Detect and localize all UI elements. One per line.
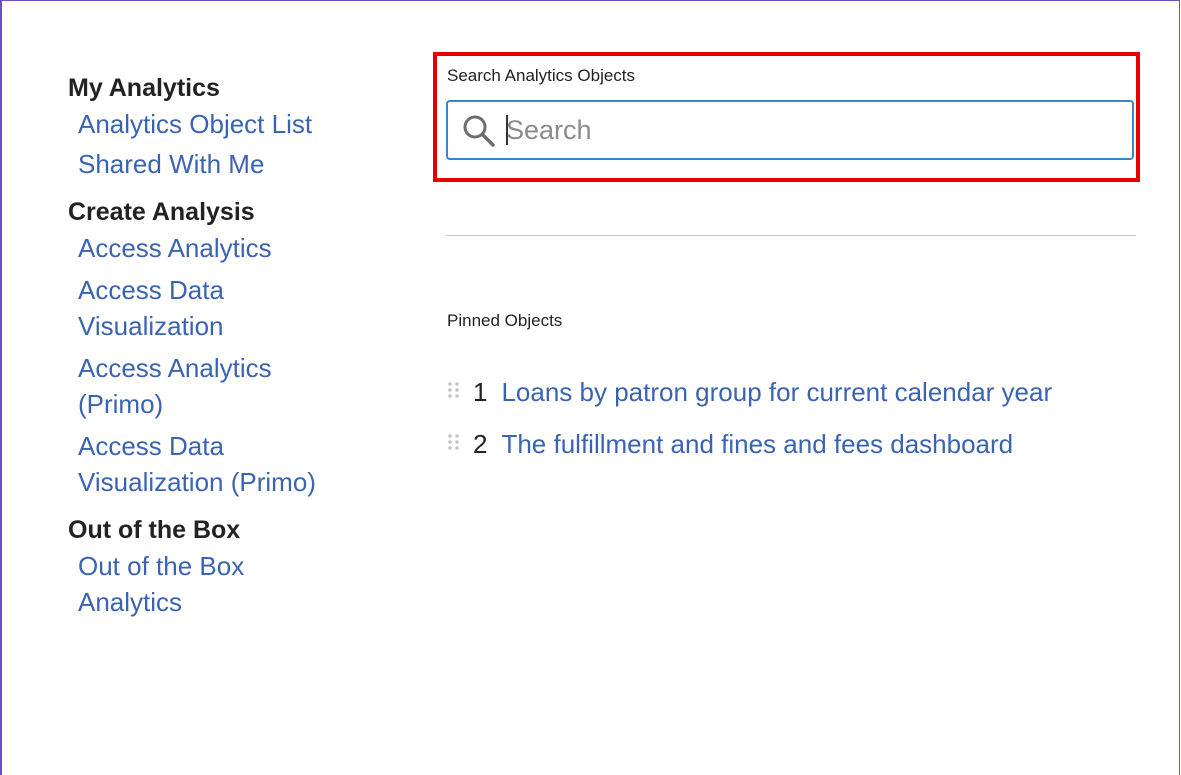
pinned-item: 1 Loans by patron group for current cale… <box>447 370 1167 414</box>
search-input[interactable] <box>506 110 1116 150</box>
pinned-item-link[interactable]: The fulfillment and fines and fees dashb… <box>501 429 1013 460</box>
pinned-item-number: 1 <box>473 376 488 407</box>
pinned-objects-list: 1 Loans by patron group for current cale… <box>447 370 1167 474</box>
nav-link-access-data-visualization-primo[interactable]: Access Data Visualization (Primo) <box>78 428 328 500</box>
text-caret <box>506 115 508 145</box>
pinned-item-link[interactable]: Loans by patron group for current calend… <box>501 377 1052 408</box>
analytics-sidebar: My Analytics Analytics Object List Share… <box>68 70 328 632</box>
section-title-my-analytics: My Analytics <box>68 74 220 102</box>
nav-link-shared-with-me[interactable]: Shared With Me <box>78 146 328 182</box>
pinned-item-number: 2 <box>473 428 488 459</box>
nav-link-out-of-the-box-analytics[interactable]: Out of the Box Analytics <box>78 548 328 620</box>
create-analysis-list: Access Analytics Access Data Visualizati… <box>68 230 328 500</box>
section-divider <box>446 235 1136 236</box>
nav-link-analytics-object-list[interactable]: Analytics Object List <box>78 106 328 142</box>
drag-handle-icon[interactable] <box>447 433 461 455</box>
nav-link-access-analytics-primo[interactable]: Access Analytics (Primo) <box>78 350 328 422</box>
section-title-out-of-the-box: Out of the Box <box>68 516 241 544</box>
out-of-the-box-list: Out of the Box Analytics <box>68 548 328 620</box>
my-analytics-list: Analytics Object List Shared With Me <box>68 106 328 182</box>
search-field[interactable] <box>446 100 1134 160</box>
nav-link-access-data-visualization[interactable]: Access Data Visualization <box>78 272 328 344</box>
search-icon <box>462 114 496 148</box>
drag-handle-icon[interactable] <box>447 381 461 403</box>
pinned-item: 2 The fulfillment and fines and fees das… <box>447 422 1167 466</box>
search-label: Search Analytics Objects <box>447 66 636 85</box>
pinned-objects-label: Pinned Objects <box>447 311 563 330</box>
section-title-create-analysis: Create Analysis <box>68 198 255 226</box>
nav-link-access-analytics[interactable]: Access Analytics <box>78 230 328 266</box>
